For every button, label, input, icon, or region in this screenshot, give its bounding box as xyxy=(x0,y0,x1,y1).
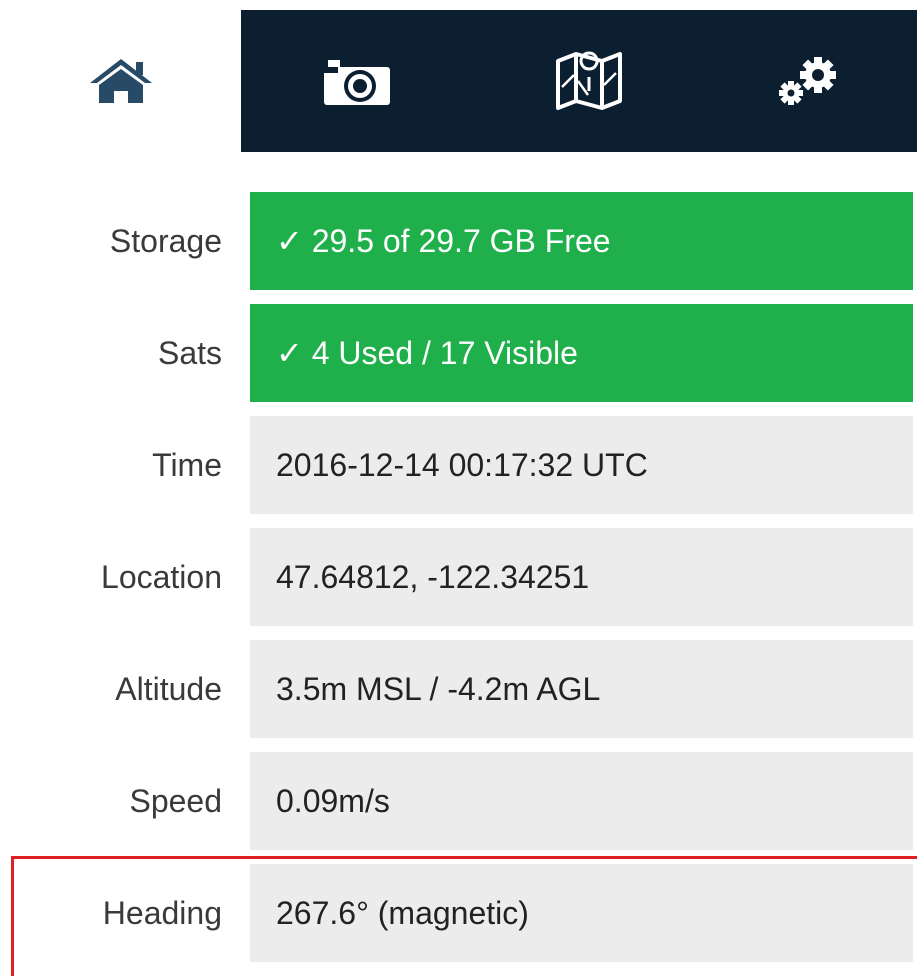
tab-home[interactable] xyxy=(0,10,241,152)
altitude-label: Altitude xyxy=(115,671,222,707)
camera-icon xyxy=(322,55,392,107)
time-label: Time xyxy=(152,447,222,483)
storage-label: Storage xyxy=(109,223,222,259)
sats-value: ✓ 4 Used / 17 Visible xyxy=(250,304,913,402)
tab-camera[interactable] xyxy=(241,10,473,152)
time-row: Time 2016-12-14 00:17:32 UTC xyxy=(0,416,917,514)
storage-row: Storage ✓ 29.5 of 29.7 GB Free xyxy=(0,192,917,290)
time-value: 2016-12-14 00:17:32 UTC xyxy=(250,416,913,514)
tab-map[interactable] xyxy=(473,10,705,152)
home-icon xyxy=(88,56,154,106)
altitude-value: 3.5m MSL / -4.2m AGL xyxy=(250,640,913,738)
speed-row: Speed 0.09m/s xyxy=(0,752,917,850)
sats-row: Sats ✓ 4 Used / 17 Visible xyxy=(0,304,917,402)
heading-value: 267.6° (magnetic) xyxy=(250,864,913,962)
speed-label: Speed xyxy=(129,783,222,819)
location-row: Location 47.64812, -122.34251 xyxy=(0,528,917,626)
map-icon xyxy=(554,51,624,111)
location-label: Location xyxy=(101,559,222,595)
altitude-row: Altitude 3.5m MSL / -4.2m AGL xyxy=(0,640,917,738)
tab-settings[interactable] xyxy=(705,10,917,152)
storage-value: ✓ 29.5 of 29.7 GB Free xyxy=(250,192,913,290)
gears-icon xyxy=(778,55,844,107)
speed-value: 0.09m/s xyxy=(250,752,913,850)
heading-label: Heading xyxy=(102,895,222,931)
heading-row: Heading 267.6° (magnetic) xyxy=(0,864,917,962)
location-value: 47.64812, -122.34251 xyxy=(250,528,913,626)
tab-bar xyxy=(0,10,917,152)
sats-label: Sats xyxy=(157,335,222,371)
